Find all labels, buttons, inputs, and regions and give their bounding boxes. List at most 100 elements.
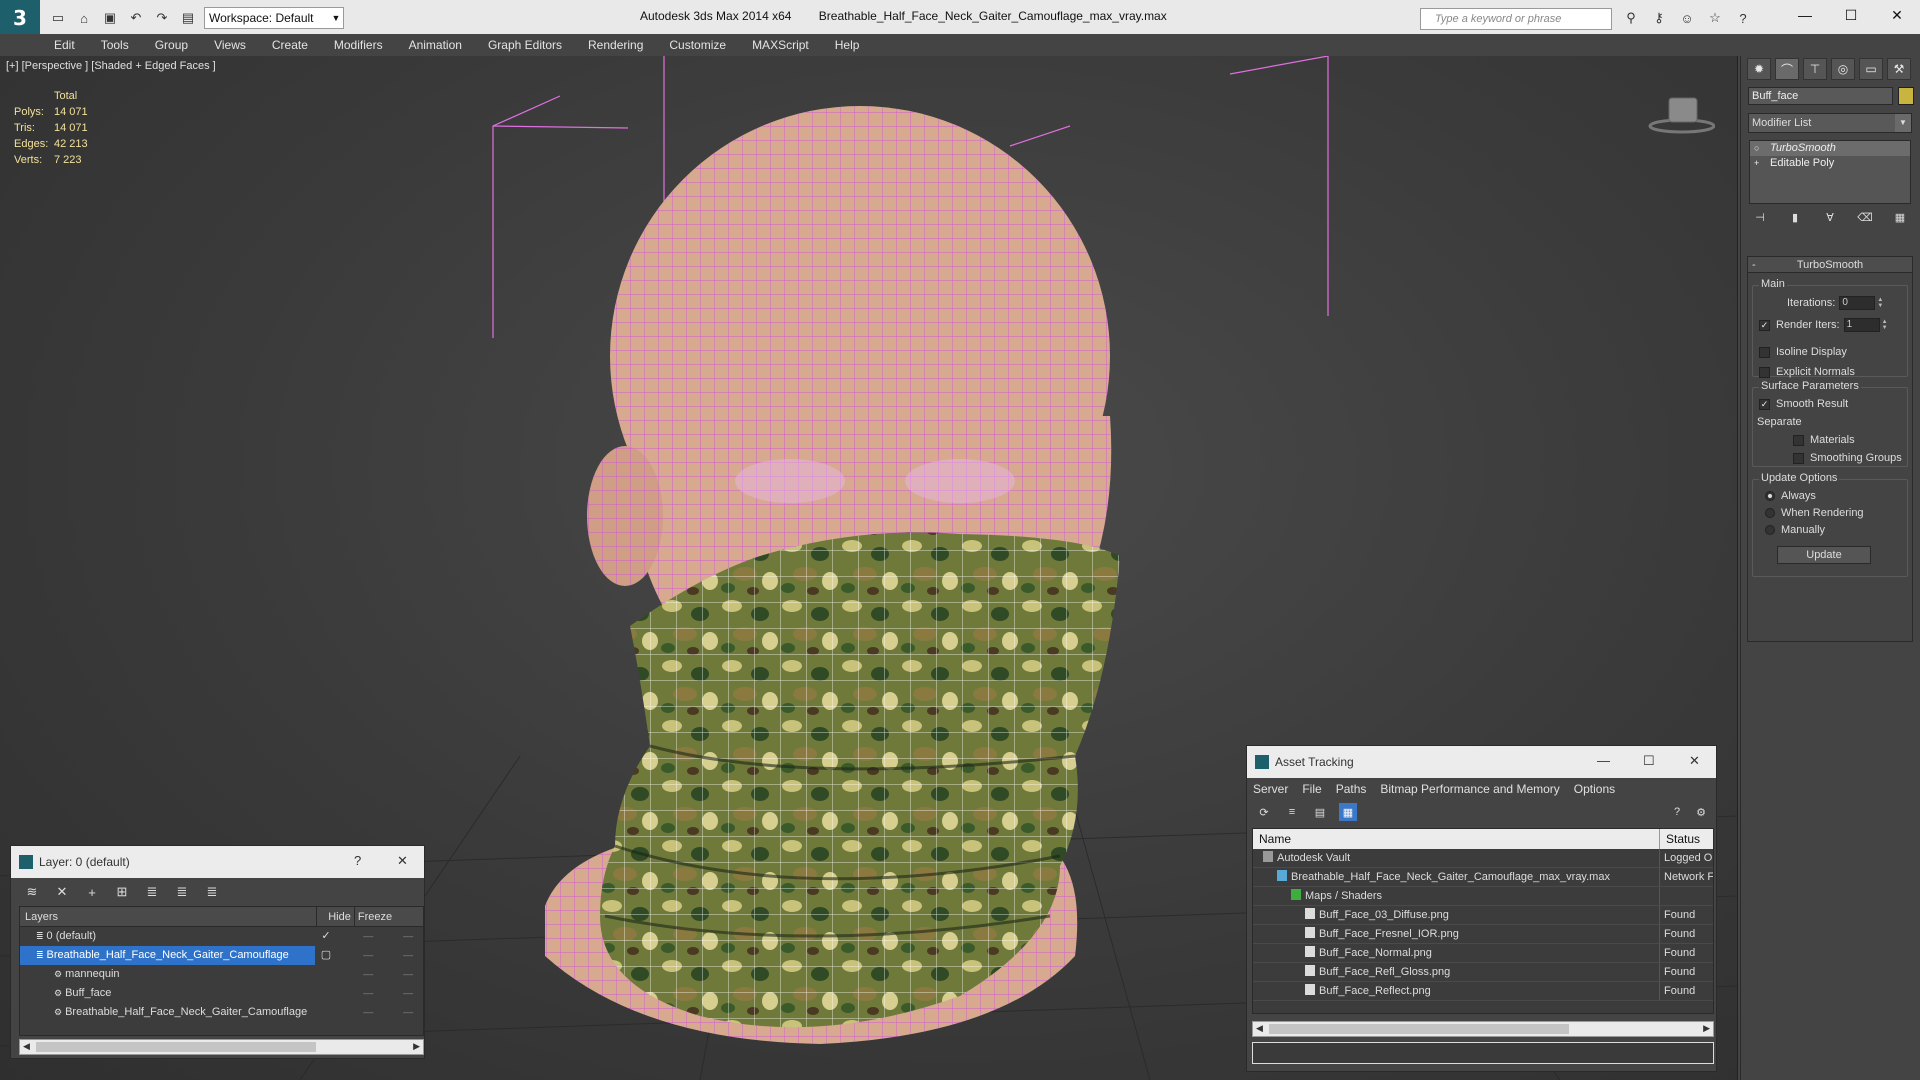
- menu-rendering[interactable]: Rendering: [588, 38, 643, 52]
- asset-menu-paths[interactable]: Paths: [1336, 782, 1367, 796]
- redo-icon[interactable]: ↷: [152, 8, 172, 28]
- motion-tab-icon[interactable]: ◎: [1831, 58, 1855, 80]
- layer-name-cell[interactable]: ≣ Breathable_Half_Face_Neck_Gaiter_Camouf…: [20, 946, 316, 965]
- hide-toggle[interactable]: ––: [353, 1003, 383, 1022]
- help-icon[interactable]: ?: [354, 853, 361, 868]
- menu-graph-editors[interactable]: Graph Editors: [488, 38, 562, 52]
- freeze-toggle[interactable]: ––: [393, 984, 423, 1003]
- layer-name-cell[interactable]: ≣ 0 (default): [20, 927, 315, 946]
- stack-item[interactable]: + Editable Poly: [1750, 156, 1910, 171]
- freeze-all-layers-icon[interactable]: ≣: [203, 883, 221, 901]
- render-iters-spinner[interactable]: 1: [1843, 318, 1880, 332]
- modify-tab-icon[interactable]: ⌒: [1775, 58, 1799, 80]
- open-file-icon[interactable]: ⌂: [74, 8, 94, 28]
- asset-name-cell[interactable]: Autodesk Vault: [1253, 849, 1660, 867]
- always-radio[interactable]: [1765, 491, 1775, 501]
- asset-tracking-titlebar[interactable]: Asset Tracking — ☐ ✕: [1247, 746, 1716, 778]
- menu-maxscript[interactable]: MAXScript: [752, 38, 809, 52]
- list-view-icon[interactable]: ≡: [1283, 803, 1301, 821]
- status-column-header[interactable]: Status: [1660, 829, 1713, 849]
- object-name-field[interactable]: Buff_face: [1748, 87, 1893, 105]
- vault-help-icon[interactable]: ?: [1668, 803, 1686, 821]
- minimize-icon[interactable]: —: [1597, 753, 1610, 768]
- rollout-header[interactable]: - TurboSmooth: [1748, 257, 1912, 273]
- asset-name-cell[interactable]: Breathable_Half_Face_Neck_Gaiter_Camoufl…: [1253, 868, 1660, 886]
- menu-customize[interactable]: Customize: [669, 38, 726, 52]
- asset-row[interactable]: Buff_Face_Normal.png Found: [1253, 944, 1713, 963]
- asset-row[interactable]: Breathable_Half_Face_Neck_Gaiter_Camoufl…: [1253, 868, 1713, 887]
- pin-stack-icon[interactable]: ⊣: [1749, 208, 1771, 226]
- select-objects-icon[interactable]: ⊞: [113, 883, 131, 901]
- expand-icon[interactable]: +: [1754, 159, 1763, 168]
- table-view-icon[interactable]: ▦: [1339, 803, 1357, 821]
- display-tab-icon[interactable]: ▭: [1859, 58, 1883, 80]
- freeze-column-header[interactable]: Freeze: [355, 907, 395, 926]
- project-folder-icon[interactable]: ▤: [178, 8, 198, 28]
- name-column-header[interactable]: Name: [1253, 829, 1660, 849]
- asset-name-cell[interactable]: Maps / Shaders: [1253, 887, 1660, 905]
- freeze-toggle[interactable]: ––: [393, 927, 423, 946]
- remove-modifier-icon[interactable]: ⌫: [1854, 208, 1876, 226]
- hide-toggle[interactable]: ––: [353, 984, 383, 1003]
- maximize-icon[interactable]: ☐: [1643, 753, 1655, 769]
- update-button[interactable]: Update: [1777, 546, 1871, 564]
- materials-checkbox[interactable]: [1793, 434, 1804, 446]
- manually-radio[interactable]: [1765, 525, 1775, 535]
- smooth-result-checkbox[interactable]: ✓: [1759, 398, 1770, 410]
- vault-settings-icon[interactable]: ⚙: [1692, 803, 1710, 821]
- layer-name-cell[interactable]: ⚙ Buff_face: [20, 984, 315, 1003]
- asset-menu-options[interactable]: Options: [1574, 782, 1615, 796]
- spinner-arrows-icon[interactable]: ▲ ▼: [1882, 319, 1890, 331]
- undo-icon[interactable]: ↶: [126, 8, 146, 28]
- layer-scrollbar[interactable]: ◀ ▶: [19, 1039, 424, 1055]
- asset-row[interactable]: Buff_Face_Reflect.png Found: [1253, 982, 1713, 1001]
- asset-menu-bitmap-performance-and-memory[interactable]: Bitmap Performance and Memory: [1380, 782, 1559, 796]
- add-to-layer-icon[interactable]: +: [83, 883, 101, 901]
- menu-help[interactable]: Help: [835, 38, 860, 52]
- menu-tools[interactable]: Tools: [101, 38, 129, 52]
- layer-row[interactable]: ⚙ Breathable_Half_Face_Neck_Gaiter_Camouf…: [20, 1003, 423, 1022]
- freeze-toggle[interactable]: ––: [393, 946, 423, 965]
- asset-row[interactable]: Autodesk Vault Logged O: [1253, 849, 1713, 868]
- scroll-left-icon[interactable]: ◀: [1256, 1023, 1263, 1034]
- modifier-list-dropdown[interactable]: Modifier List ▼: [1748, 113, 1912, 133]
- make-unique-icon[interactable]: ∀: [1819, 208, 1841, 226]
- freeze-toggle[interactable]: ––: [393, 1003, 423, 1022]
- hierarchy-tab-icon[interactable]: ⊤: [1803, 58, 1827, 80]
- menu-modifiers[interactable]: Modifiers: [334, 38, 383, 52]
- menu-group[interactable]: Group: [155, 38, 188, 52]
- lightbulb-icon[interactable]: ○: [1754, 144, 1763, 153]
- asset-row[interactable]: Buff_Face_Refl_Gloss.png Found: [1253, 963, 1713, 982]
- thumbnail-view-icon[interactable]: ▤: [1311, 803, 1329, 821]
- app-logo-icon[interactable]: 3: [0, 0, 40, 36]
- asset-row[interactable]: Buff_Face_Fresnel_IOR.png Found: [1253, 925, 1713, 944]
- isoline-checkbox[interactable]: [1759, 346, 1770, 358]
- save-icon[interactable]: ▣: [100, 8, 120, 28]
- hide-column-header[interactable]: Hide: [325, 907, 355, 926]
- layer-row[interactable]: ⚙ mannequin –– ––: [20, 965, 423, 984]
- hide-all-layers-icon[interactable]: ≣: [173, 883, 191, 901]
- asset-row[interactable]: Buff_Face_03_Diffuse.png Found: [1253, 906, 1713, 925]
- layers-column-header[interactable]: Layers: [20, 907, 317, 926]
- hide-toggle[interactable]: ––: [353, 946, 383, 965]
- layer-row[interactable]: ≣ 0 (default) ✓ –– ––: [20, 927, 423, 946]
- minimize-icon[interactable]: —: [1782, 0, 1828, 30]
- asset-row[interactable]: Maps / Shaders: [1253, 887, 1713, 906]
- current-layer-marker[interactable]: ▢: [318, 946, 334, 965]
- close-icon[interactable]: ✕: [1874, 0, 1920, 30]
- asset-name-cell[interactable]: Buff_Face_Refl_Gloss.png: [1253, 963, 1660, 981]
- spinner-arrows-icon[interactable]: ▲ ▼: [1877, 297, 1885, 309]
- layer-row[interactable]: ⚙ Buff_face –– ––: [20, 984, 423, 1003]
- refresh-icon[interactable]: ⟳: [1255, 803, 1273, 821]
- workspace-dropdown[interactable]: Workspace: Default ▼: [204, 7, 344, 29]
- explicit-normals-checkbox[interactable]: [1759, 366, 1770, 378]
- render-iters-checkbox[interactable]: ✓: [1759, 319, 1770, 331]
- new-file-icon[interactable]: ▭: [48, 8, 68, 28]
- close-icon[interactable]: ✕: [397, 853, 408, 869]
- menu-views[interactable]: Views: [214, 38, 246, 52]
- binoculars-icon[interactable]: ⚲: [1620, 8, 1642, 28]
- freeze-toggle[interactable]: ––: [393, 965, 423, 984]
- hide-toggle[interactable]: ––: [353, 965, 383, 984]
- asset-name-cell[interactable]: Buff_Face_Reflect.png: [1253, 982, 1660, 1000]
- scroll-thumb[interactable]: [36, 1042, 316, 1052]
